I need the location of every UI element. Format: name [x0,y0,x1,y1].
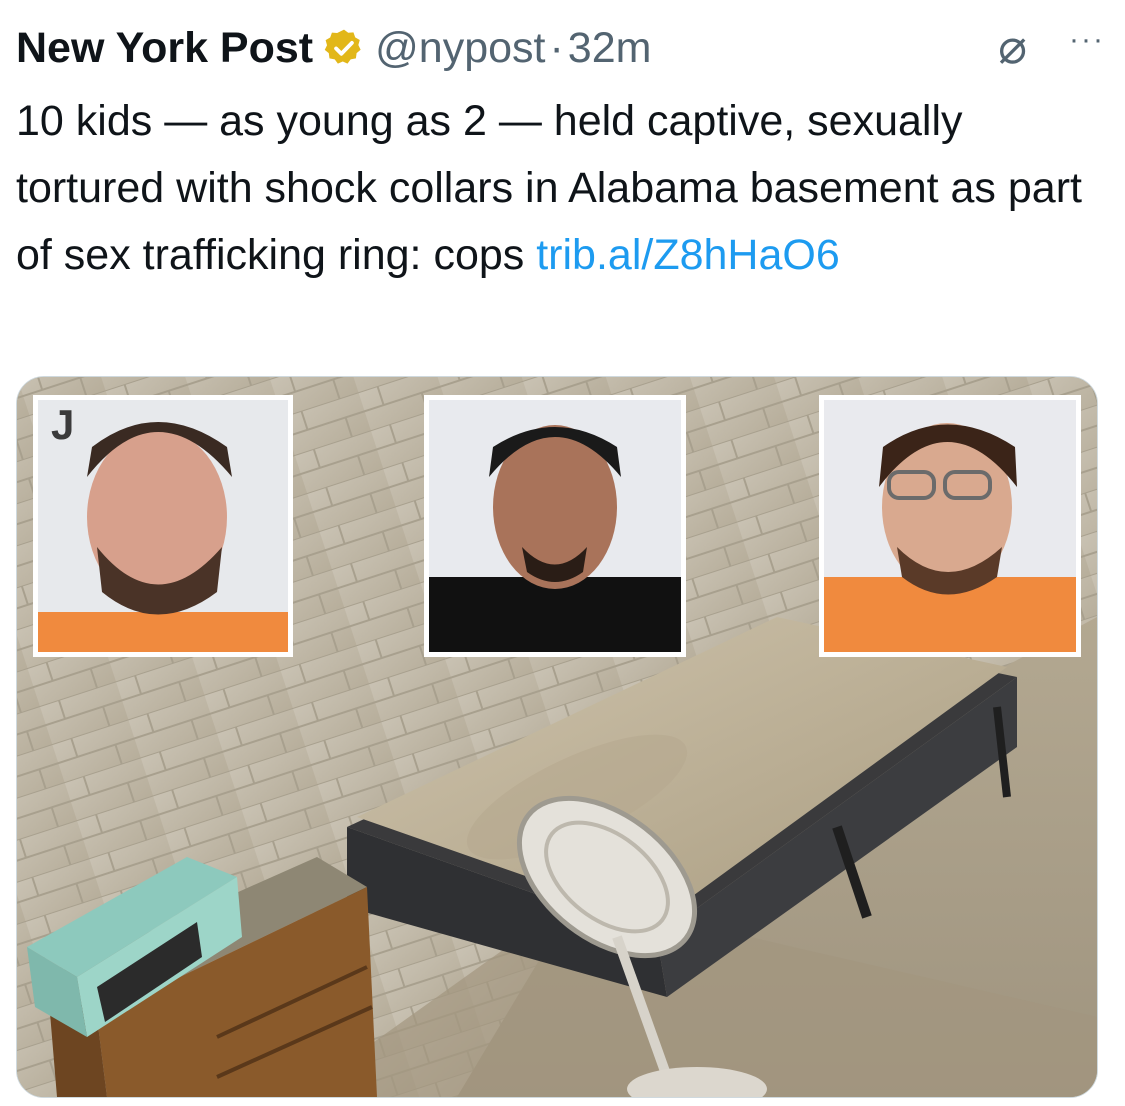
tweet-text: 10 kids — as young as 2 — held captive, … [16,88,1106,289]
tweet-media-image[interactable]: J [16,376,1098,1098]
mugshot-2 [424,395,686,657]
separator-dot: · [549,23,564,72]
more-options-icon[interactable]: ··· [1069,25,1105,55]
tweet-link[interactable]: trib.al/Z8hHaO6 [536,231,840,279]
mugshot-3 [819,395,1081,657]
not-interested-icon[interactable]: ⌀ [998,24,1027,72]
tweet[interactable]: New York Post @nypost · 32m ⌀ ··· 10 kid… [0,0,1125,1106]
verified-badge-icon[interactable] [323,27,365,69]
basement-photo: J [17,377,1097,1097]
author-name[interactable]: New York Post [16,24,313,73]
header-actions: ⌀ ··· [998,18,1105,78]
author-handle[interactable]: @nypost [375,24,545,73]
timestamp[interactable]: 32m [568,24,652,73]
mugshot-1: J [33,395,293,657]
mugshot-label: J [51,401,74,448]
tweet-header: New York Post @nypost · 32m ⌀ ··· [16,18,1105,78]
